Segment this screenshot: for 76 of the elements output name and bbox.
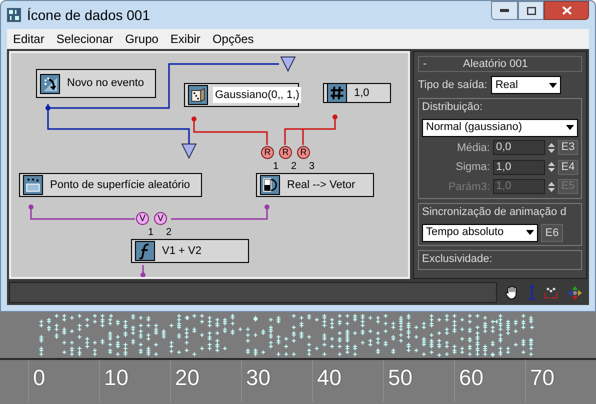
menu-item[interactable]: Opções <box>208 30 258 48</box>
parameter-button[interactable]: E4 <box>558 160 578 175</box>
input-socket[interactable]: R <box>279 146 292 159</box>
close-button[interactable] <box>544 1 589 20</box>
ruler-label: 30 <box>246 366 270 390</box>
ruler-label: 40 <box>317 366 342 390</box>
hand-icon[interactable] <box>504 285 519 300</box>
minimize-button[interactable] <box>491 1 518 20</box>
graph-node[interactable]: V1 + V2 <box>131 239 249 263</box>
ruler-label: 60 <box>459 366 484 390</box>
rollout-header[interactable]: - Aleatório 001 <box>418 56 582 72</box>
ruler-label: 0 <box>33 366 46 390</box>
move-axes-icon[interactable] <box>568 286 582 300</box>
menu-item[interactable]: Selecionar <box>52 30 118 48</box>
group-label: Sincronização de animação d <box>422 205 568 220</box>
node-label: Ponto de superfície aleatório <box>49 178 192 193</box>
group-label: Distribuição: <box>422 100 484 115</box>
menu-item[interactable]: Editar <box>9 30 48 48</box>
graph-node[interactable]: Ponto de superfície aleatório <box>19 173 202 197</box>
parameter-label: Média: <box>456 140 490 156</box>
collapse-toggle[interactable]: - <box>423 56 453 72</box>
rollout-title: Aleatório 001 <box>463 56 528 72</box>
parameter-button[interactable]: E3 <box>558 140 578 156</box>
distribution-dropdown[interactable]: Normal (gaussiano) <box>422 118 578 136</box>
dropdown-arrow-icon <box>566 125 574 130</box>
spinner-arrows-icon[interactable] <box>548 161 555 174</box>
app-icon <box>7 8 21 22</box>
output-type-dropdown[interactable]: Real <box>491 76 562 94</box>
function-icon <box>135 241 155 261</box>
group-label: Exclusividade: <box>422 252 492 264</box>
node-label: 1,0 <box>353 86 370 101</box>
dropdown-arrow-icon <box>549 82 558 88</box>
hash-icon <box>327 83 347 103</box>
surface-point-icon <box>23 175 43 195</box>
socket-number: 1 <box>148 228 154 238</box>
sync-dropdown[interactable]: Tempo absoluto <box>422 224 538 242</box>
input-socket[interactable]: V <box>154 212 167 225</box>
input-socket[interactable]: V <box>136 212 149 225</box>
ruler-label: 70 <box>530 366 554 390</box>
parameter-field[interactable]: 1,0 <box>493 160 545 175</box>
graph-node[interactable]: 1,0 <box>323 83 391 103</box>
dice-icon <box>188 85 208 105</box>
ruler-label: 10 <box>104 366 128 390</box>
parameter-label: Sigma: <box>456 160 490 175</box>
node-label: V1 + V2 <box>161 244 202 259</box>
parameter-field[interactable]: 0,0 <box>493 140 545 156</box>
socket-number: 1 <box>273 162 279 172</box>
numbered-points-icon[interactable] <box>544 286 558 300</box>
graph-node[interactable]: Real --> Vetor <box>256 173 374 197</box>
node-label: Gaussiano(0,, 1,) <box>213 86 302 104</box>
input-triangle-icon <box>280 56 296 72</box>
input-socket[interactable]: R <box>297 146 310 159</box>
ruler-label: 20 <box>175 366 200 390</box>
socket-number: 2 <box>166 228 172 238</box>
graph-node[interactable]: Gaussiano(0,, 1,) <box>184 83 299 107</box>
spinner-arrows-icon[interactable] <box>548 180 555 193</box>
close-icon <box>562 6 572 15</box>
minimize-icon <box>500 9 509 12</box>
dropdown-arrow-icon <box>526 230 534 235</box>
ruler-label: 50 <box>388 366 412 390</box>
menu-item[interactable]: Grupo <box>121 30 162 48</box>
graph-node[interactable]: Novo no evento <box>36 69 156 98</box>
output-type-label: Tipo de saída: <box>418 78 488 93</box>
input-triangle-icon <box>181 143 197 159</box>
window-title: Ícone de dados 001 <box>27 6 150 24</box>
maximize-button[interactable] <box>518 1 544 20</box>
converter-icon <box>260 175 280 195</box>
sync-button[interactable]: E6 <box>541 224 563 242</box>
socket-number: 2 <box>291 162 297 172</box>
node-label: Real --> Vetor <box>286 178 356 193</box>
menu-item[interactable]: Exibir <box>166 30 204 48</box>
spinner-arrows-icon[interactable] <box>548 142 555 154</box>
socket-number: 3 <box>309 162 315 172</box>
maximize-icon <box>526 6 536 14</box>
node-label: Novo no evento <box>66 76 146 92</box>
input-socket[interactable]: R <box>261 146 274 159</box>
